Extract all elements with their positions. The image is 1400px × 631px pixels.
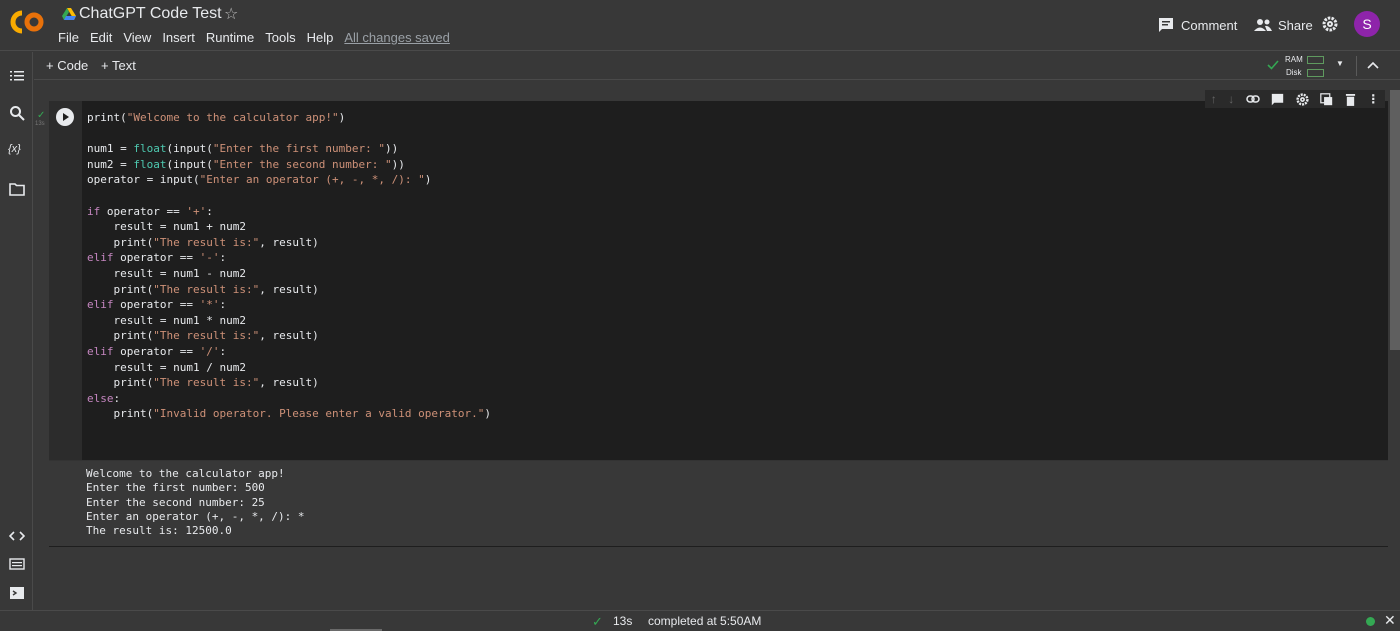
code-line: result = num1 - num2 xyxy=(87,266,246,280)
share-button[interactable]: Share xyxy=(1254,14,1313,36)
people-icon xyxy=(1254,19,1272,31)
left-rail: {x} xyxy=(0,52,33,610)
code-line: print("The result is:", result) xyxy=(87,329,319,343)
code-line: elif operator == '-': xyxy=(87,251,227,265)
menu-file[interactable]: File xyxy=(58,30,79,45)
code-line: result = num1 / num2 xyxy=(87,360,246,374)
colab-logo[interactable] xyxy=(10,8,46,36)
code-snippets-icon[interactable] xyxy=(9,528,25,544)
header: ChatGPT Code Test ☆ File Edit View Inser… xyxy=(0,0,1400,51)
search-icon[interactable] xyxy=(9,105,25,121)
toolbar-divider xyxy=(1356,56,1357,76)
code-line: print("The result is:", result) xyxy=(87,376,319,390)
notebook-title[interactable]: ChatGPT Code Test xyxy=(79,5,222,23)
share-label: Share xyxy=(1278,17,1313,33)
output-line: Enter an operator (+, -, *, /): * xyxy=(86,509,305,523)
code-line: print("The result is:", result) xyxy=(87,282,319,296)
notebook-toolbar xyxy=(34,52,1400,80)
code-line: print("Invalid operator. Please enter a … xyxy=(87,407,491,421)
code-line: print("The result is:", result) xyxy=(87,235,319,249)
code-line: result = num1 * num2 xyxy=(87,313,246,327)
menu-bar: File Edit View Insert Runtime Tools Help… xyxy=(58,30,450,45)
status-bar: ✓ 13s completed at 5:50AM ✕ xyxy=(0,610,1400,631)
terminal-icon[interactable] xyxy=(9,585,25,601)
delete-trash-icon[interactable] xyxy=(1345,93,1356,106)
code-line: num2 = float(input("Enter the second num… xyxy=(87,157,405,171)
google-drive-icon[interactable] xyxy=(62,8,76,20)
more-options-icon[interactable]: ⋮ xyxy=(1367,92,1379,106)
output-line: Enter the second number: 25 xyxy=(86,495,265,509)
completion-status[interactable]: completed at 5:50AM xyxy=(648,614,761,628)
ram-label: RAM xyxy=(1285,55,1303,64)
files-folder-icon[interactable] xyxy=(9,181,25,197)
resources-dropdown-icon[interactable]: ▼ xyxy=(1336,59,1344,68)
code-line: operator = input("Enter an operator (+, … xyxy=(87,173,432,187)
code-editor[interactable]: print("Welcome to the calculator app!") … xyxy=(87,110,491,422)
collapse-chevron-up-icon[interactable] xyxy=(1367,60,1379,70)
resource-monitor[interactable]: RAM Disk ▼ xyxy=(1265,53,1360,79)
save-status-link[interactable]: All changes saved xyxy=(344,30,450,45)
user-avatar[interactable]: S xyxy=(1354,11,1380,37)
code-line: elif operator == '/': xyxy=(87,344,227,358)
code-line: result = num1 + num2 xyxy=(87,220,246,234)
code-line: if operator == '+': xyxy=(87,204,213,218)
mirror-cell-icon[interactable] xyxy=(1320,92,1333,106)
code-line: print("Welcome to the calculator app!") xyxy=(87,111,346,124)
execution-time: 13s xyxy=(613,614,633,628)
output-line: Enter the first number: 500 xyxy=(86,481,265,495)
output-line: The result is: 12500.0 xyxy=(86,524,232,538)
command-palette-icon[interactable] xyxy=(9,556,25,572)
disk-bar xyxy=(1307,69,1324,77)
cell-comment-icon[interactable] xyxy=(1271,93,1284,106)
table-of-contents-icon[interactable] xyxy=(9,68,25,84)
link-icon[interactable] xyxy=(1246,94,1260,104)
cell-toolbar: ↑ ↓ ⋮ xyxy=(1205,90,1385,108)
cell-output: Welcome to the calculator app! Enter the… xyxy=(86,467,305,538)
menu-help[interactable]: Help xyxy=(307,30,334,45)
disk-label: Disk xyxy=(1286,68,1302,77)
menu-view[interactable]: View xyxy=(123,30,151,45)
output-line: Welcome to the calculator app! xyxy=(86,467,285,480)
move-down-arrow-icon[interactable]: ↓ xyxy=(1228,92,1234,106)
ram-bar xyxy=(1307,56,1324,64)
menu-insert[interactable]: Insert xyxy=(162,30,195,45)
move-up-arrow-icon[interactable]: ↑ xyxy=(1211,92,1217,106)
variables-icon[interactable]: {x} xyxy=(8,143,24,159)
cell-gutter xyxy=(49,101,82,461)
menu-edit[interactable]: Edit xyxy=(90,30,112,45)
connected-check-icon xyxy=(1267,60,1279,70)
runtime-connected-indicator xyxy=(1366,617,1375,626)
run-cell-button[interactable] xyxy=(56,108,74,126)
comment-button[interactable]: Comment xyxy=(1158,14,1237,36)
execution-success-check-icon: ✓ xyxy=(37,110,46,121)
execution-time-small: 13s xyxy=(35,121,45,127)
comment-icon xyxy=(1159,18,1173,32)
vertical-scrollbar[interactable] xyxy=(1390,90,1400,350)
settings-gear-icon[interactable] xyxy=(1322,16,1338,32)
status-check-icon: ✓ xyxy=(592,614,603,629)
code-line: else: xyxy=(87,391,121,405)
star-icon[interactable]: ☆ xyxy=(224,4,238,24)
menu-tools[interactable]: Tools xyxy=(265,30,295,45)
add-code-button[interactable]: + Code xyxy=(46,58,88,73)
menu-runtime[interactable]: Runtime xyxy=(206,30,254,45)
code-line: elif operator == '*': xyxy=(87,298,227,312)
close-icon[interactable]: ✕ xyxy=(1384,612,1396,629)
cell-settings-gear-icon[interactable] xyxy=(1296,92,1309,106)
add-text-button[interactable]: + Text xyxy=(101,58,136,73)
comment-label: Comment xyxy=(1181,17,1238,33)
code-line: num1 = float(input("Enter the first numb… xyxy=(87,142,399,156)
